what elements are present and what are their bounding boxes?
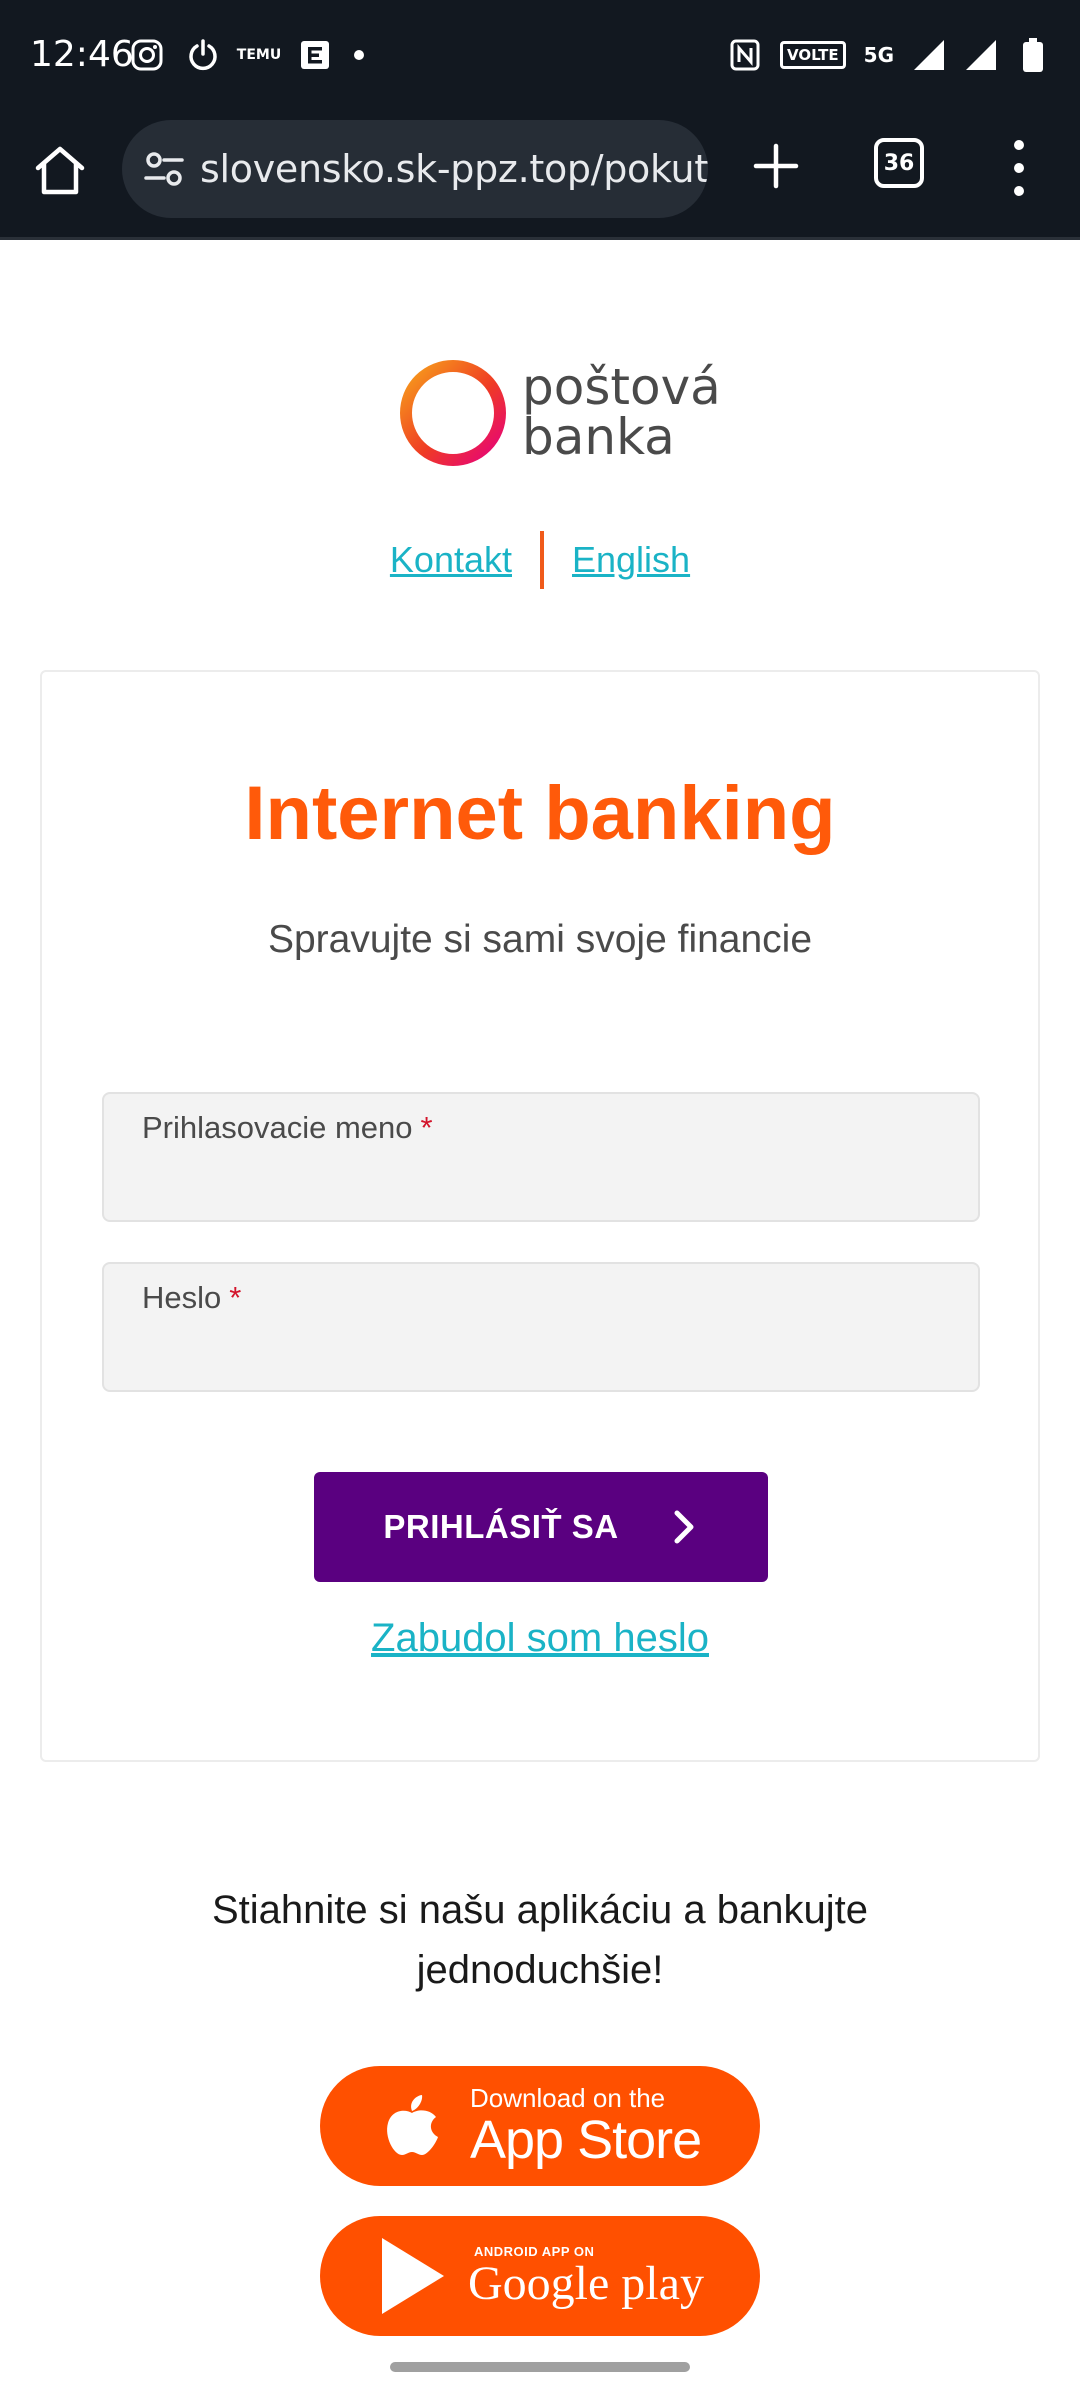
play-triangle-icon [382,2238,444,2314]
logo-ring-icon [400,360,506,466]
new-tab-button[interactable] [748,138,804,194]
temu-icon: TEMU [237,38,281,72]
battery-icon [1016,38,1050,72]
password-input[interactable] [140,1330,940,1378]
app-store-text: Download on the App Store [470,2083,702,2170]
username-field[interactable]: Prihlasovacie meno * [102,1092,980,1222]
username-input[interactable] [140,1160,940,1208]
status-icons-left: TEMU [130,38,364,72]
logo-line2: banka [522,408,675,466]
username-label: Prihlasovacie meno * [142,1110,433,1146]
app-store-small-text: Download on the [470,2083,666,2113]
notification-dot-icon [354,50,364,60]
site-settings-icon[interactable] [140,145,188,193]
forgot-password-container: Zabudol som heslo [42,1616,1038,1661]
home-button[interactable] [30,140,90,200]
google-play-small-text: ANDROID APP ON [474,2243,595,2259]
instagram-icon [130,38,164,72]
menu-dot-icon [1014,140,1024,150]
google-play-text: ANDROID APP ON Google play [468,2245,704,2308]
password-label-text: Heslo [142,1280,222,1315]
e-app-icon [298,38,332,72]
link-separator [540,531,544,589]
browser-menu-button[interactable] [1004,140,1034,196]
required-mark: * [420,1110,433,1145]
gesture-home-indicator[interactable] [390,2362,690,2372]
menu-dot-icon [1014,163,1024,173]
required-mark: * [229,1280,242,1315]
google-play-badge[interactable]: ANDROID APP ON Google play [320,2216,760,2336]
contact-link[interactable]: Kontakt [390,539,512,581]
app-store-badge[interactable]: Download on the App Store [320,2066,760,2186]
plus-icon [753,143,799,189]
page-title: Internet banking [244,771,836,856]
signal-icon [912,38,946,72]
google-play-big-text: Google play [468,2256,704,2310]
browser-toolbar: slovensko.sk-ppz.top/pokut 36 [0,116,1080,240]
power-icon [186,38,220,72]
status-icons-right: VOLTE 5G [728,38,1050,72]
login-button-label: PRIHLÁSIŤ SA [383,1508,619,1545]
url-text[interactable]: slovensko.sk-ppz.top/pokut [200,147,708,191]
nfc-icon [728,38,762,72]
apple-icon [387,2095,438,2155]
password-field[interactable]: Heslo * [102,1262,980,1392]
app-store-big-text: App Store [470,2110,702,2170]
logo-line1: poštová [522,358,721,416]
signal-icon [964,38,998,72]
volte-icon: VOLTE [780,41,846,69]
postova-banka-logo[interactable]: poštová banka [398,356,721,476]
home-icon [35,146,85,195]
login-card: Internet banking Spravujte si sami svoje… [40,670,1040,1762]
english-link[interactable]: English [572,539,690,581]
status-bar: 12:46 TEMU VOLTE 5G [0,0,1080,116]
app-promo-text: Stiahnite si našu aplikáciu a bankujte j… [212,1888,868,1992]
page-subtitle: Spravujte si sami svoje financie [267,918,813,961]
status-time: 12:46 [30,34,134,75]
forgot-password-link[interactable]: Zabudol som heslo [371,1616,709,1660]
top-links: Kontakt English [0,530,1080,590]
network-5g-label: 5G [863,43,894,67]
logo-text: poštová banka [522,362,721,462]
address-bar[interactable]: slovensko.sk-ppz.top/pokut [122,120,708,218]
username-label-text: Prihlasovacie meno [142,1110,413,1145]
menu-dot-icon [1014,186,1024,196]
tab-switcher-button[interactable]: 36 [874,138,924,188]
password-label: Heslo * [142,1280,241,1316]
chevron-right-icon [674,1510,694,1544]
login-button[interactable]: PRIHLÁSIŤ SA [314,1472,768,1582]
temu-icon-label: TEMU [236,47,282,63]
